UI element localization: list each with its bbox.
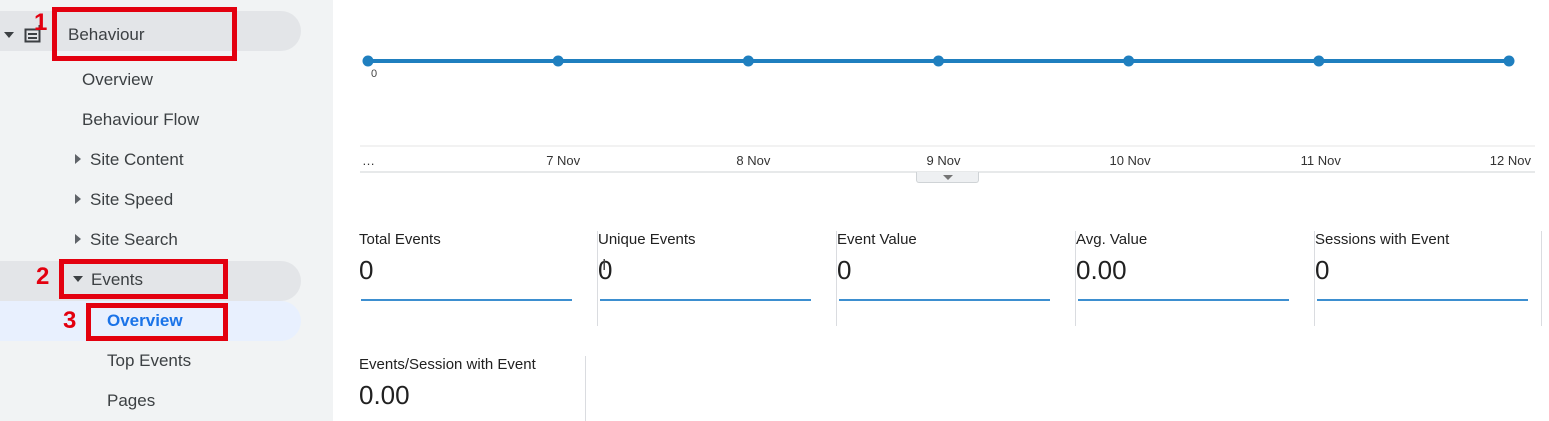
annotation-number-2: 2 [36,263,50,290]
metric-value: 0 [1315,255,1330,285]
metric-sparkline [1078,299,1289,301]
metric-label: Total Events [359,231,441,248]
data-point[interactable] [1313,55,1325,67]
sidebar-item-label: Site Speed [90,190,174,209]
data-point[interactable] [362,55,374,67]
x-tick-label: 9 Nov [926,153,961,168]
x-tick-label: 11 Nov [1300,153,1341,168]
x-tick-label: 12 Nov [1489,153,1531,168]
metric-value: 0 [837,255,852,285]
data-point[interactable] [1123,55,1135,67]
metric-sparkline [839,299,1050,301]
metric-sparkline [1317,299,1528,301]
sidebar-item-site-search[interactable]: Site Search [75,230,178,250]
x-tick-label: … [362,153,375,168]
metric-unique-events[interactable]: Unique Events 0 I [598,231,837,326]
metric-events-per-session[interactable]: Events/Session with Event 0.00 [359,356,586,421]
x-tick-label: 8 Nov [736,153,771,168]
events-timeline-chart: 0 … 7 Nov 8 Nov 9 Nov 10 Nov 11 Nov 12 Nov [0,0,1549,190]
metric-sparkline [600,299,811,301]
caret-right-icon [75,234,81,244]
metric-value: 0.00 [359,380,410,410]
metric-value: 0 [359,255,374,285]
metric-label: Event Value [837,231,917,248]
sidebar-item-label: Site Search [90,230,178,249]
x-tick-label: 10 Nov [1109,153,1151,168]
metric-avg-value[interactable]: Avg. Value 0.00 [1076,231,1315,326]
text-cursor-icon: I [602,257,607,274]
metric-total-events[interactable]: Total Events 0 [359,231,598,326]
y-tick-label: 0 [371,68,377,80]
sidebar-item-top-events[interactable]: Top Events [107,351,191,371]
chart-collapse-toggle[interactable] [916,172,979,183]
metric-sessions-with-event[interactable]: Sessions with Event 0 [1315,231,1542,326]
metric-label: Unique Events [598,231,696,248]
data-point[interactable] [742,55,754,67]
data-point[interactable] [552,55,564,67]
data-point[interactable] [933,55,944,67]
metric-event-value[interactable]: Event Value 0 [837,231,1076,326]
metric-label: Sessions with Event [1315,231,1450,248]
sidebar-item-pages[interactable]: Pages [107,391,155,411]
annotation-number-3: 3 [63,307,77,334]
x-tick-label: 7 Nov [546,153,581,168]
metric-sparkline [361,299,572,301]
sidebar-item-site-speed[interactable]: Site Speed [75,190,173,210]
caret-right-icon [75,194,81,204]
metric-label: Events/Session with Event [359,356,536,373]
metric-label: Avg. Value [1076,231,1148,248]
annotation-box-2 [59,259,228,299]
data-point[interactable] [1503,55,1515,67]
annotation-box-3 [86,303,228,341]
metric-value: 0.00 [1076,255,1127,285]
